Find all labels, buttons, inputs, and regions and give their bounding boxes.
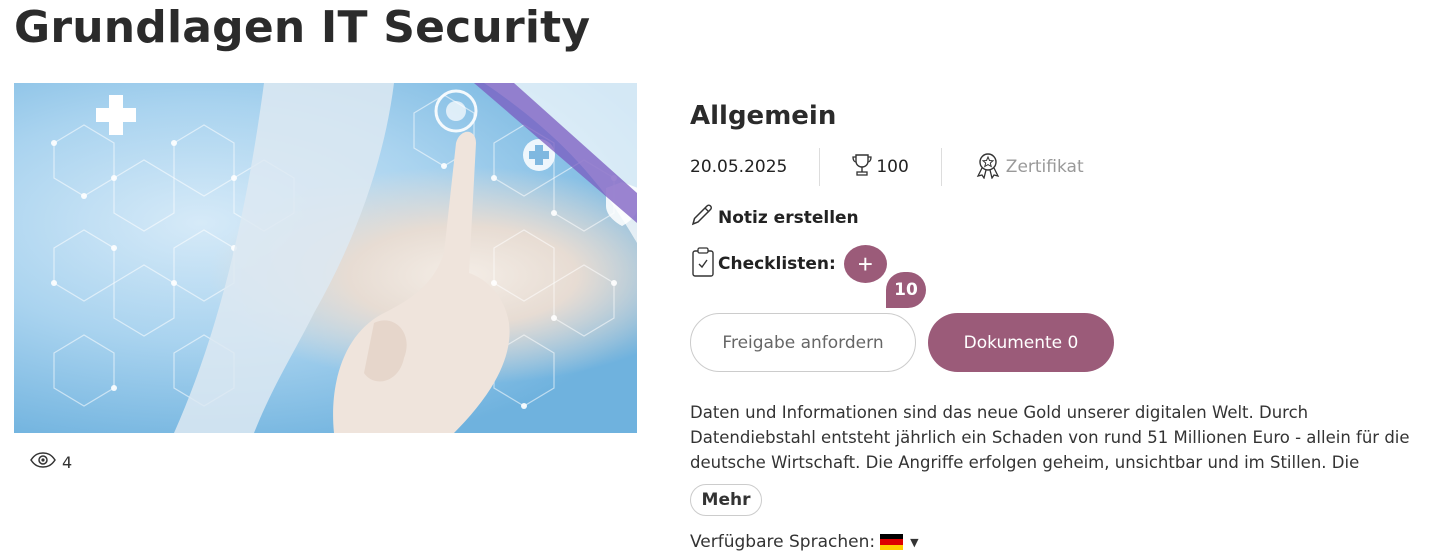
view-count: 4 — [30, 452, 72, 472]
meta-row: 20.05.2025 100 Zertifikat — [690, 148, 1084, 186]
description-line: Datendiebstahl entsteht jährlich ein Sch… — [690, 428, 1410, 447]
notification-badge: 10 — [886, 272, 926, 308]
course-hero-image — [14, 83, 637, 433]
certificate-info: Zertifikat — [942, 148, 1084, 186]
add-checklist-button[interactable]: + — [843, 245, 887, 283]
pencil-icon — [690, 203, 714, 232]
documents-button[interactable]: Dokumente 0 — [928, 313, 1114, 372]
description-line: Daten und Informationen sind das neue Go… — [690, 403, 1309, 422]
available-languages: Verfügbare Sprachen: ▼ — [690, 532, 919, 552]
languages-label: Verfügbare Sprachen: — [690, 532, 876, 552]
german-flag-icon[interactable] — [880, 534, 904, 550]
checklists-label: Checklisten: — [718, 254, 836, 274]
description-line: deutsche Wirtschaft. Die Angriffe erfolg… — [690, 453, 1360, 472]
clipboard-icon — [692, 246, 714, 282]
points-value: 100 — [876, 157, 909, 177]
course-date: 20.05.2025 — [690, 148, 821, 186]
certificate-label: Zertifikat — [1005, 157, 1084, 177]
view-count-value: 4 — [62, 452, 73, 472]
page-title: Grundlagen IT Security — [14, 2, 591, 53]
request-approval-button[interactable]: Freigabe anfordern — [690, 313, 916, 372]
create-note-link[interactable]: Notiz erstellen — [690, 203, 859, 232]
more-button[interactable]: Mehr — [690, 484, 762, 516]
checklists-row: Checklisten: + — [692, 245, 887, 283]
course-description: Daten und Informationen sind das neue Go… — [690, 400, 1429, 475]
section-title: Allgemein — [690, 101, 837, 131]
course-info-panel: Allgemein 20.05.2025 100 Zertifikat Noti… — [690, 0, 1429, 556]
award-icon — [974, 151, 1002, 184]
trophy-icon — [852, 153, 872, 182]
caret-down-icon[interactable]: ▼ — [910, 536, 918, 549]
create-note-label: Notiz erstellen — [718, 207, 859, 228]
points-info: 100 — [820, 148, 942, 186]
plus-icon: + — [857, 248, 873, 279]
eye-icon — [30, 452, 56, 472]
